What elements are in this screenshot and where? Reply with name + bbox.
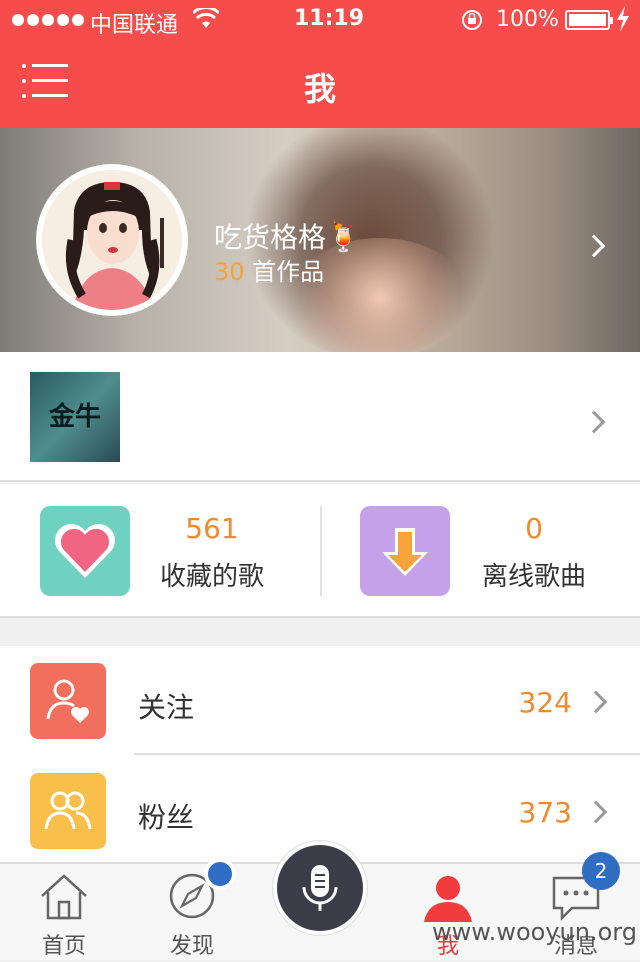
watermark: www.wooyun.org [432,918,637,946]
discover-dot-badge [204,858,236,890]
tab-messages[interactable]: 2 消息 [512,852,640,962]
fans-chevron-right-icon [584,800,608,824]
top-header: 中国联通 11:19 100% 我 [0,0,640,128]
home-icon [41,874,87,920]
record-button[interactable] [272,840,368,936]
following-chevron-right-icon [584,690,608,714]
tab-home[interactable]: 首页 [0,864,128,962]
works-label: 首作品 [244,258,325,286]
follow-user-icon [30,663,106,739]
stats-divider [320,506,322,596]
profile-works[interactable]: 30 首作品 [214,252,324,287]
tab-home-label: 首页 [41,934,86,959]
battery-icon [565,10,613,30]
page-title: 我 [303,70,336,108]
heart-icon [54,523,116,578]
list-divider [134,753,640,755]
profile-name[interactable]: 吃货格格🍹 [214,216,361,256]
album-cover[interactable]: 金牛 [30,372,120,462]
favorites-icon-tile[interactable] [40,506,130,596]
messages-badge: 2 [582,852,620,890]
album-row[interactable]: 金牛 [0,352,640,482]
carrier-name: 中国联通 [90,13,179,38]
tab-discover[interactable]: 发现 [128,858,256,962]
fans-label: 粉丝 [138,801,195,834]
avatar[interactable] [36,164,188,316]
wifi-icon [193,8,219,28]
charging-bolt-icon [617,6,629,32]
fans-users-icon [30,773,106,849]
list-item-following[interactable]: 关注 324 [0,646,640,755]
user-icon [424,876,472,922]
status-time: 11:19 [294,6,365,31]
works-count: 30 [214,258,245,286]
offline-label[interactable]: 离线歌曲 [454,556,614,593]
status-bar: 中国联通 11:19 100% [0,0,640,40]
fans-count: 373 [518,796,572,829]
download-arrow-icon [382,528,428,576]
favorites-label[interactable]: 收藏的歌 [132,556,292,593]
tab-me[interactable]: 我 [384,864,512,962]
album-cover-text: 金牛 [48,402,101,432]
signal-dots-icon [12,14,84,26]
favorites-count[interactable]: 561 [132,512,292,545]
microphone-icon [302,865,338,911]
social-list: 关注 324 粉丝 373 [0,646,640,862]
rotation-lock-icon [462,10,482,30]
stats-row: 561 收藏的歌 0 离线歌曲 [0,484,640,618]
album-chevron-right-icon [582,410,606,434]
following-label: 关注 [138,691,195,724]
following-count: 324 [518,686,572,719]
avatar-illustration [42,170,182,310]
offline-count[interactable]: 0 [454,512,614,545]
tab-discover-label: 发现 [169,934,214,959]
offline-icon-tile[interactable] [360,506,450,596]
battery-percent: 100% [496,7,559,32]
